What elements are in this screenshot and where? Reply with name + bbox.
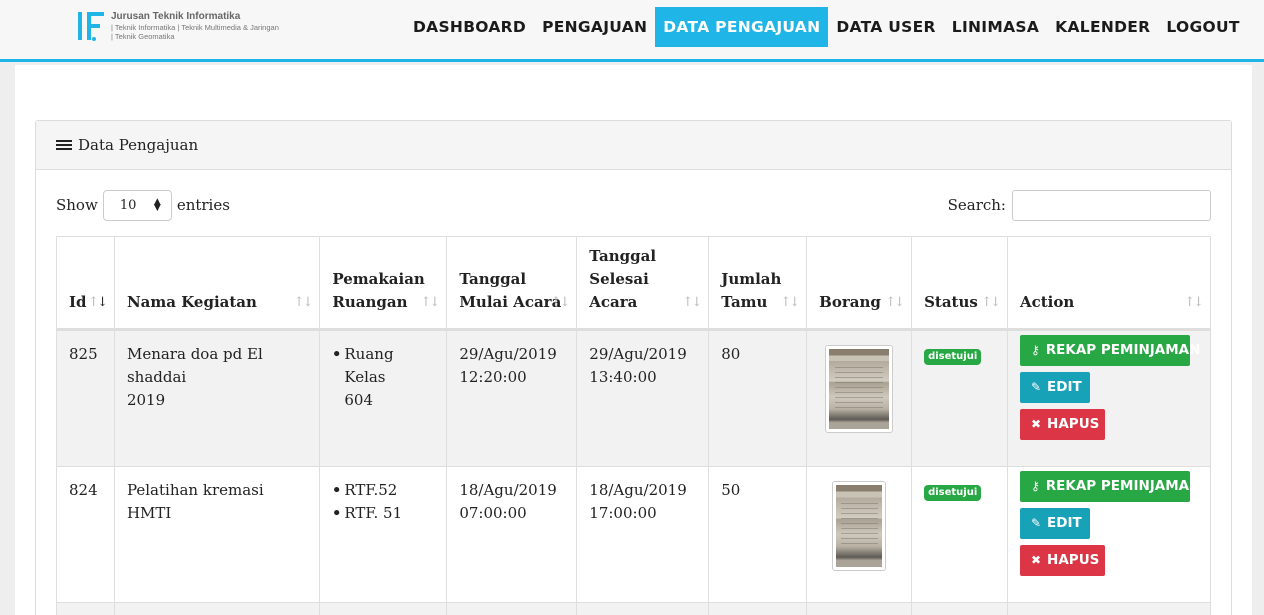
search-label: Search:	[947, 196, 1006, 214]
sort-icon: ↑↓	[550, 295, 570, 310]
close-icon: ✖	[1030, 417, 1042, 431]
col-header-action[interactable]: Action ↑↓	[1006, 236, 1212, 331]
cell-action: ⚷ REKAP PEMINJAMAN ✎ EDIT ✖ HAPUS	[1006, 329, 1212, 467]
cell-jumlah-tamu: 80	[708, 329, 808, 467]
data-pengajuan-panel: Data Pengajuan Show 10 ▲ ▼ entries Search…	[35, 120, 1232, 615]
room-item: RTF. 51	[331, 502, 434, 525]
sort-icon: ↑↓	[293, 295, 314, 310]
rekap-peminjaman-button[interactable]: ⚷ REKAP PEMINJAMAN	[1019, 335, 1200, 366]
if-logo-icon	[78, 12, 104, 41]
select-caret-icon: ▲ ▼	[153, 197, 161, 213]
table-row: 825 Menara doa pd El shaddai2019 Ruang K…	[56, 329, 1212, 467]
panel-header: Data Pengajuan	[36, 121, 1231, 170]
borang-thumbnail[interactable]	[832, 481, 887, 571]
col-header-nama-kegiatan[interactable]: Nama Kegiatan ↑↓	[113, 236, 321, 331]
cell-ruangan: Ruang Kelas604	[319, 329, 448, 467]
nav-data-pengajuan[interactable]: DATA PENGAJUAN	[655, 7, 829, 47]
cell-ruangan: RTF.52RTF. 51	[319, 466, 448, 603]
nav-kalender[interactable]: KALENDER	[1047, 7, 1158, 47]
cell-nama-kegiatan: Pelatihan kremasi HMTI	[113, 466, 321, 603]
sort-icon: ↑↓	[420, 295, 441, 310]
room-item: Ruang Kelas604	[331, 343, 434, 412]
hapus-button[interactable]: ✖ HAPUS	[1019, 545, 1105, 576]
cell-borang	[806, 466, 913, 603]
col-header-id[interactable]: Id ↑↓	[56, 236, 115, 331]
col-header-borang[interactable]: Borang ↑↓	[806, 236, 913, 331]
key-icon: ⚷	[1030, 479, 1040, 493]
sort-icon: ↑↓	[88, 295, 108, 310]
cell-tanggal-selesai: 29/Agu/2019 13:40:00	[576, 329, 710, 467]
cell-borang	[806, 329, 913, 467]
rekap-peminjaman-button[interactable]: ⚷ REKAP PEMINJAMAN	[1019, 471, 1200, 502]
status-badge: disetujui	[924, 485, 982, 501]
col-header-status[interactable]: Status ↑↓	[911, 236, 1008, 331]
borang-thumbnail[interactable]	[825, 345, 894, 433]
cell-id: 825	[56, 329, 115, 467]
brand-title: Jurusan Teknik Informatika	[111, 11, 241, 22]
pencil-icon: ✎	[1030, 380, 1042, 394]
sort-icon: ↑↓	[981, 295, 1001, 310]
sort-icon: ↑↓	[780, 295, 800, 310]
nav-dashboard[interactable]: DASHBOARD	[405, 7, 534, 47]
entries-select[interactable]: 10 ▲ ▼	[102, 189, 172, 221]
col-header-tanggal-selesai[interactable]: Tanggal Selesai Acara ↑↓	[576, 236, 710, 331]
brand-subtitle: | Teknik Informatika | Teknik Multimedia…	[111, 23, 279, 32]
nav-pengajuan[interactable]: PENGAJUAN	[534, 7, 655, 47]
table-controls: Show 10 ▲ ▼ entries Search:	[56, 189, 1211, 221]
sort-icon: ↑↓	[885, 295, 905, 310]
nav-linimasa[interactable]: LINIMASA	[944, 7, 1047, 47]
entries-length: Show 10 ▲ ▼ entries	[56, 189, 230, 221]
status-badge: disetujui	[924, 349, 982, 365]
sort-icon: ↑↓	[682, 295, 702, 310]
col-header-pemakaian-ruangan[interactable]: Pemakaian Ruangan ↑↓	[319, 236, 448, 331]
cell-jumlah-tamu: 50	[708, 466, 808, 603]
entries-label: entries	[176, 196, 230, 214]
cell-nama-kegiatan: Menara doa pd El shaddai 2019	[113, 329, 321, 467]
nav-data-user[interactable]: DATA USER	[828, 7, 943, 47]
room-item: RTF.52	[331, 479, 434, 502]
table-search: Search:	[948, 189, 1211, 221]
pencil-icon: ✎	[1030, 516, 1042, 530]
list-icon	[56, 139, 72, 152]
show-label: Show	[56, 196, 98, 214]
cell-status: disetujui	[911, 329, 1008, 467]
cell-tanggal-mulai: 29/Agu/2019 12:20:00	[446, 329, 578, 467]
edit-button[interactable]: ✎ EDIT	[1019, 372, 1090, 403]
brand-subtitle: | Teknik Geomatika	[111, 32, 175, 41]
cell-id: 824	[56, 466, 115, 603]
hapus-button[interactable]: ✖ HAPUS	[1019, 409, 1105, 440]
cell-tanggal-mulai: 18/Agu/2019 07:00:00	[446, 466, 578, 603]
table-header-row: Id ↑↓ Nama Kegiatan ↑↓ Pemakaian Ruangan ↑↓ …	[56, 236, 1212, 331]
navbar: Jurusan Teknik Informatika | Teknik Info…	[0, 0, 1264, 62]
search-input[interactable]	[1012, 189, 1211, 221]
close-icon: ✖	[1030, 553, 1042, 567]
table-row: 824 Pelatihan kremasi HMTI RTF.52RTF. 51…	[56, 466, 1212, 603]
panel-title: Data Pengajuan	[78, 136, 199, 154]
main-nav: DASHBOARD PENGAJUAN DATA PENGAJUAN DATA …	[405, 7, 1248, 47]
entries-value: 10	[119, 197, 137, 213]
brand-logo[interactable]: Jurusan Teknik Informatika | Teknik Info…	[78, 11, 288, 43]
col-header-jumlah-tamu[interactable]: Jumlah Tamu ↑↓	[708, 236, 808, 331]
content-area: Data Pengajuan Show 10 ▲ ▼ entries Search…	[15, 65, 1252, 615]
key-icon: ⚷	[1030, 343, 1040, 357]
nav-logout[interactable]: LOGOUT	[1158, 7, 1247, 47]
cell-tanggal-selesai: 18/Agu/2019 17:00:00	[576, 466, 710, 603]
edit-button[interactable]: ✎ EDIT	[1019, 508, 1090, 539]
cell-action: ⚷ REKAP PEMINJAMAN ✎ EDIT ✖ HAPUS	[1006, 466, 1212, 603]
cell-status: disetujui	[911, 466, 1008, 603]
table-row	[56, 602, 1212, 615]
col-header-tanggal-mulai[interactable]: Tanggal Mulai Acara ↑↓	[446, 236, 578, 331]
pengajuan-table: Id ↑↓ Nama Kegiatan ↑↓ Pemakaian Ruangan ↑↓ …	[56, 236, 1212, 615]
sort-icon: ↑↓	[1184, 295, 1204, 310]
